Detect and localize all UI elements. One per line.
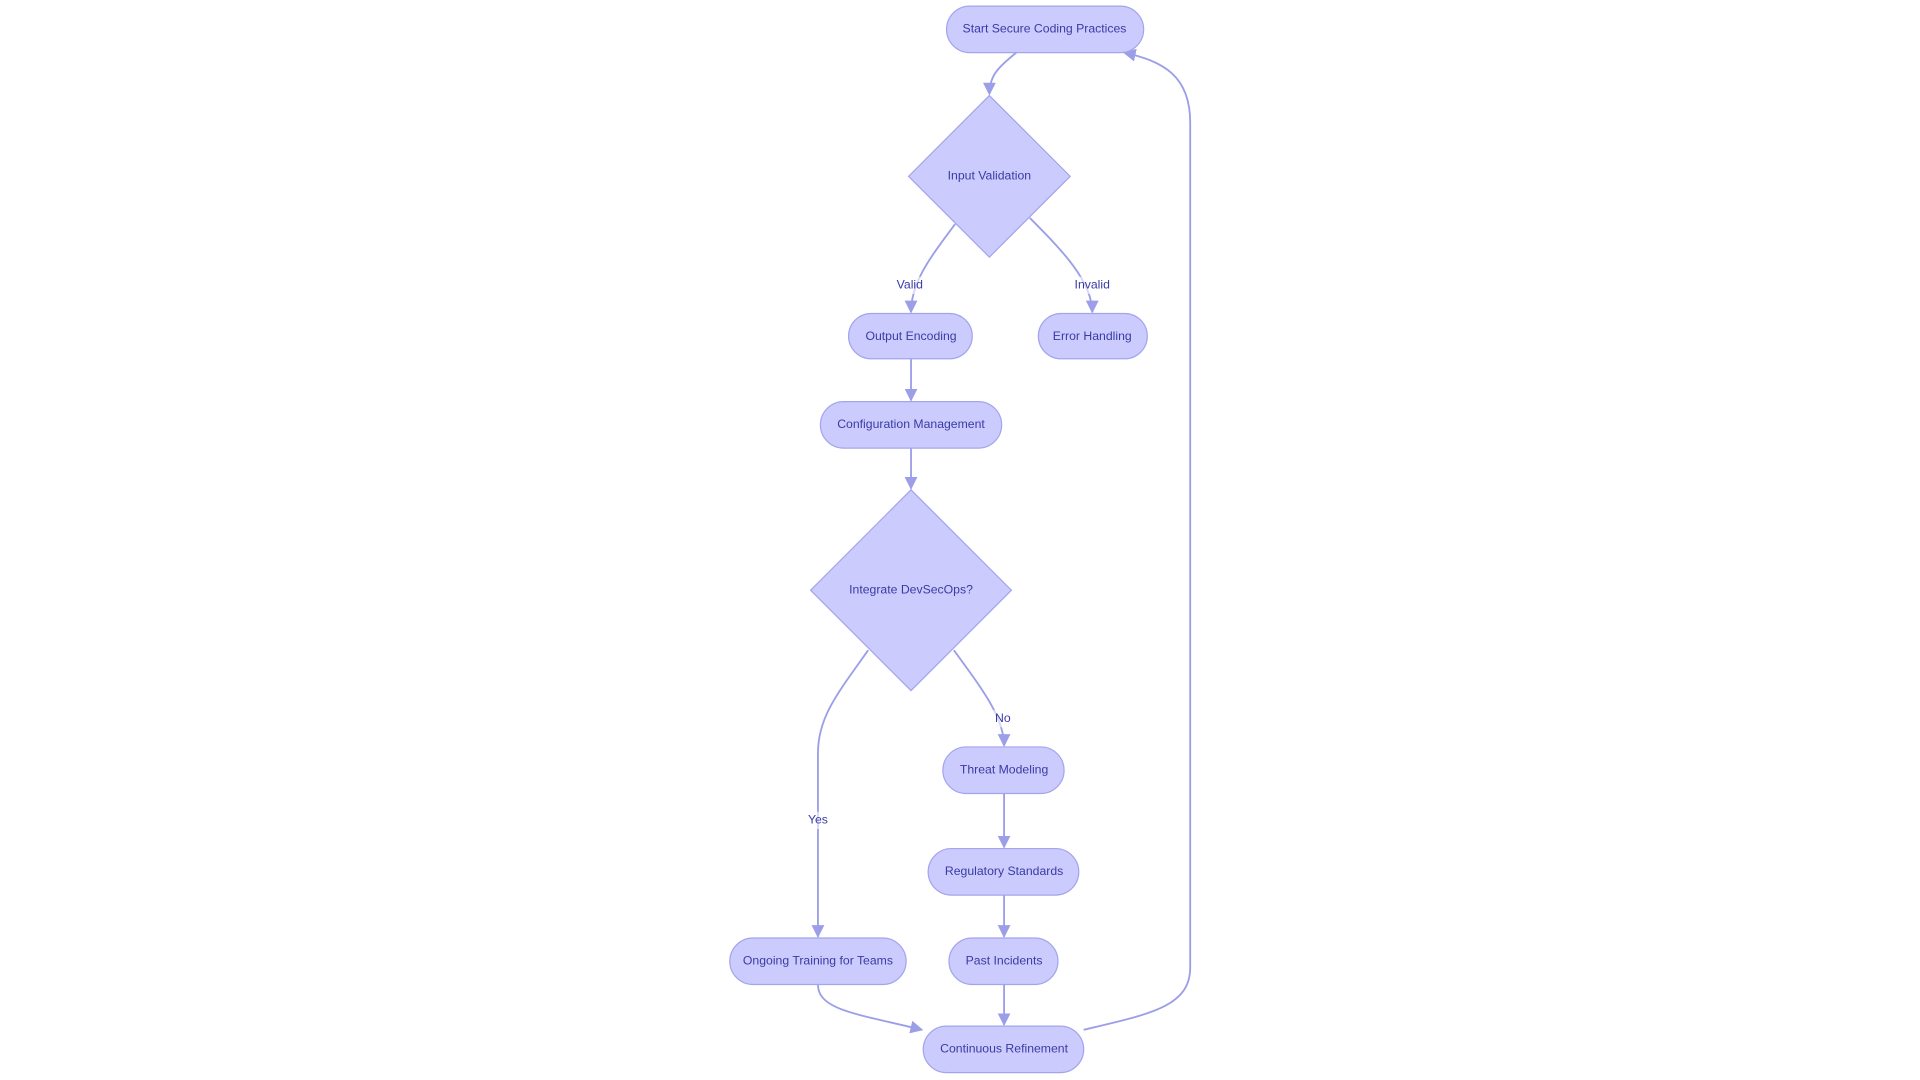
node-label: Configuration Management xyxy=(837,417,985,431)
node-label: Continuous Refinement xyxy=(940,1042,1068,1056)
edge-label-invalid: Invalid xyxy=(1075,278,1111,292)
node-label: Error Handling xyxy=(1053,329,1132,343)
flowchart: Valid Invalid Yes No Start Secure Coding… xyxy=(729,5,1192,1074)
node-error-handling: Error Handling xyxy=(1037,312,1148,360)
node-label: Output Encoding xyxy=(865,329,956,343)
edge-invalid xyxy=(1029,217,1099,314)
edge-yes xyxy=(811,649,869,939)
edge-no xyxy=(953,649,1011,747)
node-label: Input Validation xyxy=(948,169,1032,183)
edge-label-no: No xyxy=(995,711,1011,725)
node-output-encoding: Output Encoding xyxy=(847,312,973,360)
node-label: Threat Modeling xyxy=(960,762,1049,776)
node-label: Integrate DevSecOps? xyxy=(849,582,973,596)
node-label: Past Incidents xyxy=(966,953,1043,967)
node-label: Regulatory Standards xyxy=(945,864,1063,878)
edge-label-valid: Valid xyxy=(897,278,923,292)
node-input-validation: Input Validation xyxy=(907,94,1072,259)
node-start: Start Secure Coding Practices xyxy=(945,5,1145,54)
edge-valid xyxy=(904,223,956,314)
node-regulatory-standards: Regulatory Standards xyxy=(927,847,1080,896)
node-config-management: Configuration Management xyxy=(819,401,1003,449)
node-threat-modeling: Threat Modeling xyxy=(942,746,1065,795)
edge-training-to-refinement xyxy=(817,984,924,1034)
node-continuous-refinement: Continuous Refinement xyxy=(922,1025,1085,1074)
edge-label-yes: Yes xyxy=(808,813,828,827)
node-label: Ongoing Training for Teams xyxy=(743,953,893,967)
node-past-incidents: Past Incidents xyxy=(948,937,1059,986)
node-ongoing-training: Ongoing Training for Teams xyxy=(729,937,907,986)
edge-start-to-input-validation xyxy=(982,51,1017,96)
node-label: Start Secure Coding Practices xyxy=(963,22,1127,36)
node-devsecops: Integrate DevSecOps? xyxy=(809,488,1013,692)
edge-refinement-to-start xyxy=(1083,48,1192,1031)
